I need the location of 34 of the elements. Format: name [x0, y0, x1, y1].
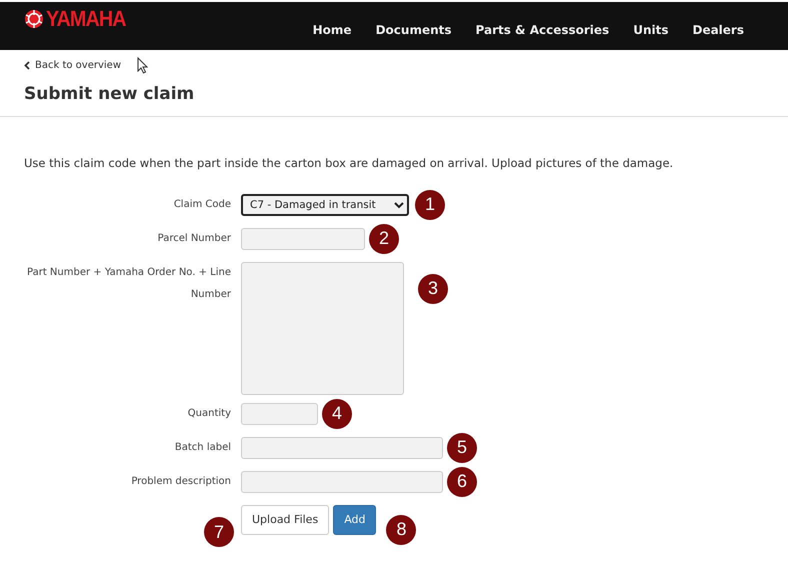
- part-number-textarea[interactable]: [241, 262, 404, 395]
- description-text: Use this claim code when the part inside the carton box are damaged on arrival. Upload pictures of the damage.: [24, 154, 674, 172]
- field-label: Batch label: [174, 440, 231, 455]
- nav-link[interactable]: Dealers: [692, 21, 744, 39]
- page-title: Submit new claim: [24, 83, 196, 106]
- add-button[interactable]: Add: [333, 504, 376, 535]
- nav-link[interactable]: Documents: [376, 21, 452, 39]
- step-number-badge: 1: [415, 190, 445, 220]
- text-input-field[interactable]: [241, 436, 443, 459]
- field-label: Problem description: [130, 474, 231, 489]
- text-input-field[interactable]: [241, 470, 443, 493]
- quantity-input-field[interactable]: [241, 402, 318, 425]
- chevron-left-icon: [24, 60, 30, 70]
- upload-files-button[interactable]: Upload Files: [241, 504, 330, 535]
- claim-code-select[interactable]: C7 - Damaged in transit: [241, 194, 409, 216]
- nav-link[interactable]: Home: [312, 21, 352, 39]
- step-number-badge: 5: [447, 432, 477, 463]
- step-number-badge: 2: [369, 224, 399, 254]
- field-label: Parcel Number: [156, 232, 231, 246]
- step-number-badge: 6: [447, 466, 477, 497]
- step-number-badge: 8: [386, 514, 416, 545]
- step-number-badge: 4: [322, 398, 352, 429]
- step-number-badge: 3: [418, 274, 448, 304]
- field-label: Claim Code: [172, 198, 231, 212]
- brand-logo[interactable]: YAMAHA: [46, 8, 126, 30]
- field-label: Part Number + Yamaha Order No. + Line Number: [26, 266, 231, 302]
- field-label: Quantity: [186, 406, 231, 421]
- logo-emblem-icon: [24, 9, 44, 29]
- nav-link[interactable]: Parts & Accessories: [476, 21, 610, 39]
- mouse-cursor-icon: [137, 56, 150, 74]
- text-input-field[interactable]: [241, 228, 365, 250]
- step-number-badge: 7: [204, 516, 234, 547]
- back-link[interactable]: Back to overview: [24, 58, 122, 72]
- nav-link[interactable]: Units: [633, 21, 668, 39]
